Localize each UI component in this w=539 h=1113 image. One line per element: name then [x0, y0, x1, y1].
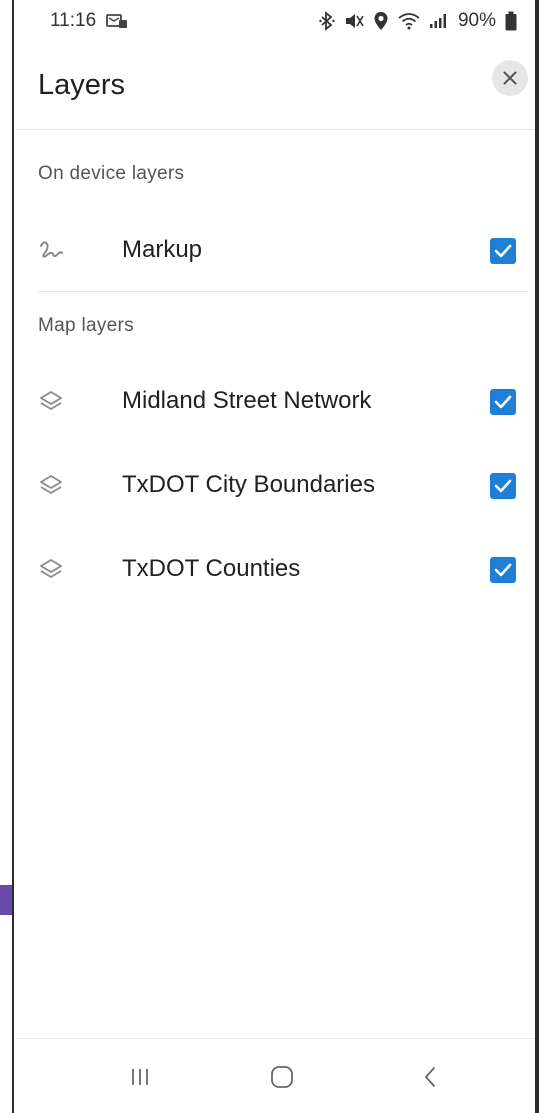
- layer-row-midland-street-network[interactable]: Midland Street Network: [16, 371, 535, 431]
- layer-checkbox-midland-street-network[interactable]: [490, 389, 516, 415]
- page-title: Layers: [38, 69, 126, 101]
- layers-icon: [38, 388, 64, 414]
- layer-row-txdot-counties[interactable]: TxDOT Counties: [16, 539, 535, 599]
- close-button[interactable]: [492, 60, 528, 96]
- markup-icon: [38, 237, 64, 263]
- section-label-on-device: On device layers: [38, 163, 185, 184]
- bluetooth-icon: [319, 11, 335, 31]
- location-icon: [373, 11, 389, 31]
- background-edge: [0, 0, 14, 1113]
- layer-checkbox-txdot-city-boundaries[interactable]: [490, 473, 516, 499]
- back-icon: [422, 1066, 438, 1088]
- navigation-bar: [16, 1038, 535, 1113]
- layer-checkbox-txdot-counties[interactable]: [490, 557, 516, 583]
- phone-frame: 11:16 90% Layers On device layers Markup…: [0, 0, 539, 1113]
- mute-icon: [344, 12, 364, 30]
- section-divider: [38, 291, 528, 292]
- wifi-icon: [398, 12, 420, 30]
- layer-label-txdot-city-boundaries: TxDOT City Boundaries: [122, 471, 375, 498]
- layer-label-txdot-counties: TxDOT Counties: [122, 555, 301, 582]
- recent-apps-icon: [129, 1067, 151, 1087]
- close-icon: [503, 71, 517, 85]
- layers-header: Layers: [16, 42, 535, 130]
- layer-label-midland-street-network: Midland Street Network: [122, 387, 372, 414]
- status-time: 11:16: [50, 10, 97, 31]
- layer-checkbox-markup[interactable]: [490, 238, 516, 264]
- back-button[interactable]: [400, 1057, 460, 1097]
- section-label-map-layers: Map layers: [38, 315, 134, 336]
- layers-icon: [38, 556, 64, 582]
- layers-screen: 11:16 90% Layers On device layers Markup…: [16, 0, 535, 1113]
- home-button[interactable]: [252, 1057, 312, 1097]
- battery-percentage: 90%: [457, 10, 496, 31]
- signal-icon: [429, 13, 449, 29]
- message-notification-icon: [106, 13, 128, 29]
- home-icon: [269, 1064, 295, 1090]
- background-edge-right: [535, 0, 539, 1113]
- status-bar: 11:16 90%: [16, 0, 535, 42]
- background-accent: [0, 885, 12, 915]
- battery-icon: [505, 11, 517, 31]
- layers-icon: [38, 472, 64, 498]
- recent-apps-button[interactable]: [110, 1057, 170, 1097]
- layer-row-txdot-city-boundaries[interactable]: TxDOT City Boundaries: [16, 455, 535, 515]
- layer-row-markup[interactable]: Markup: [16, 220, 535, 280]
- layer-label-markup: Markup: [122, 236, 203, 263]
